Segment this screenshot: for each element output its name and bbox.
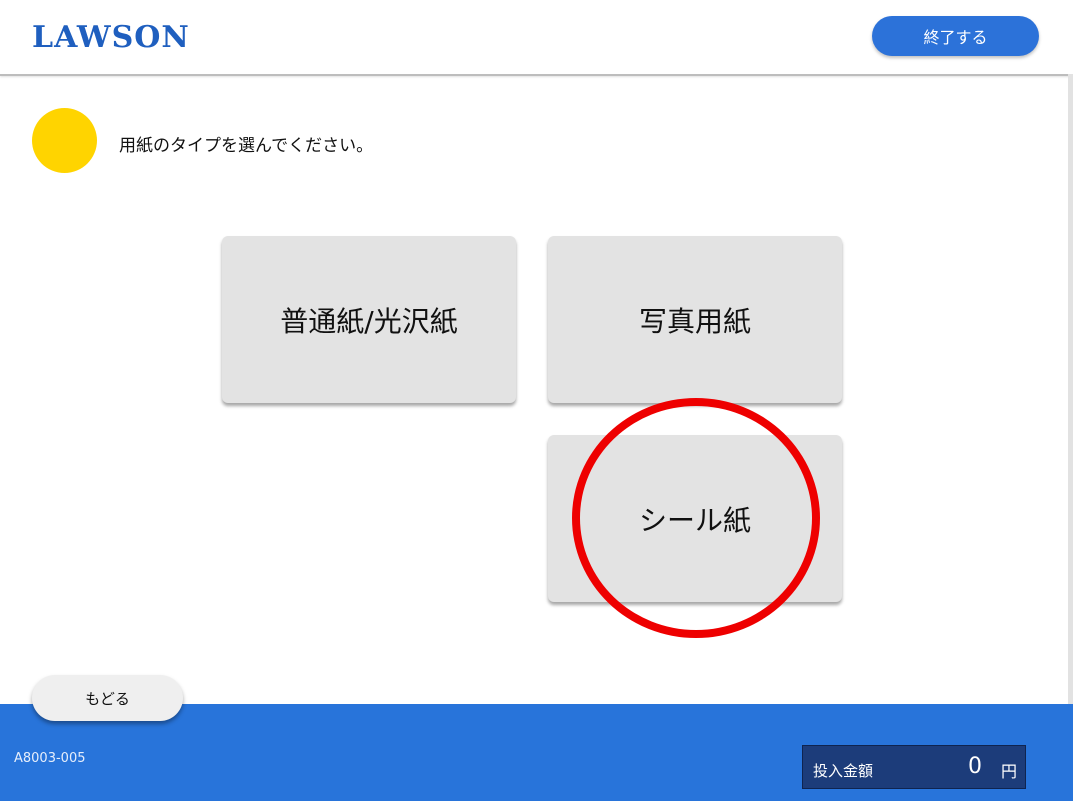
prompt-text: 用紙のタイプを選んでください。: [119, 136, 374, 156]
lawson-logo: LAWSON: [32, 20, 190, 55]
choice-label: 写真用紙: [638, 304, 751, 338]
scrollbar-track: [1068, 74, 1073, 704]
end-button[interactable]: 終了する: [872, 16, 1039, 56]
prompt-indicator-dot: [32, 108, 97, 173]
sticker-paper-button[interactable]: シール紙: [548, 435, 842, 602]
amount-value: 0: [968, 754, 982, 779]
header-bar: LAWSON 終了する: [0, 0, 1073, 76]
amount-label: 投入金額: [813, 762, 874, 780]
screen-code: A8003-005: [14, 751, 86, 766]
choice-label: シール紙: [638, 503, 751, 537]
back-button[interactable]: もどる: [32, 675, 183, 721]
plain-glossy-paper-button[interactable]: 普通紙/光沢紙: [222, 236, 516, 403]
amount-unit: 円: [1001, 762, 1018, 781]
choice-label: 普通紙/光沢紙: [280, 304, 458, 338]
photo-paper-button[interactable]: 写真用紙: [548, 236, 842, 403]
inserted-amount-box: 投入金額 0 円: [802, 745, 1026, 789]
